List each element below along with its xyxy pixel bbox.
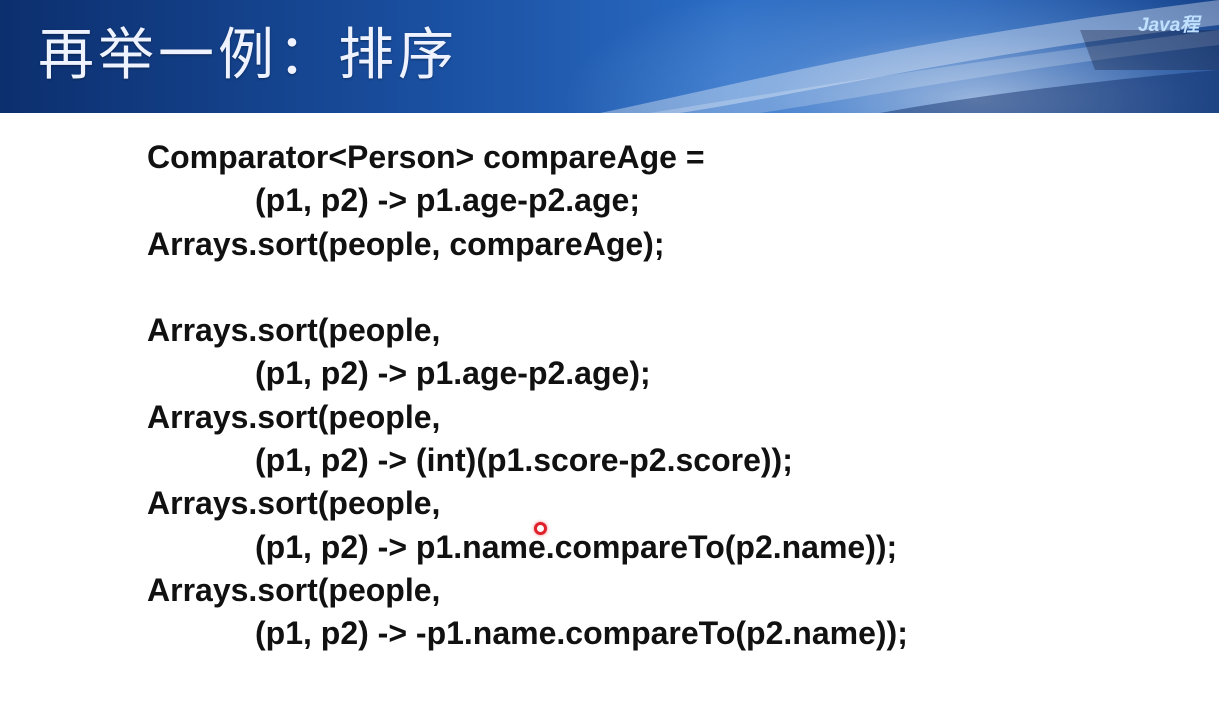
code-line: Arrays.sort(people, <box>147 398 441 435</box>
laser-pointer-icon <box>534 522 547 535</box>
slide: 再举一例：排序 Java程 Comparator<Person> compare… <box>0 0 1219 723</box>
code-line: (p1, p2) -> p1.age-p2.age; <box>255 182 640 219</box>
code-line: Arrays.sort(people, <box>147 312 441 349</box>
code-line: (p1, p2) -> p1.age-p2.age); <box>255 355 651 392</box>
code-line: Comparator<Person> compareAge = <box>147 139 705 175</box>
code-line: (p1, p2) -> p1.name.compareTo(p2.name)); <box>255 528 898 565</box>
code-line: Arrays.sort(people, <box>147 571 441 608</box>
code-block: Comparator<Person> compareAge = (p1, p2) … <box>147 136 908 656</box>
slide-header-banner: 再举一例：排序 Java程 <box>0 0 1219 113</box>
code-line: Arrays.sort(people, compareAge); <box>147 225 665 262</box>
code-line: (p1, p2) -> -p1.name.compareTo(p2.name))… <box>255 615 908 652</box>
brand-logo-text: Java程 <box>1138 15 1200 36</box>
page-title: 再举一例：排序 <box>38 23 458 88</box>
code-line: Arrays.sort(people, <box>147 485 441 522</box>
code-line: (p1, p2) -> (int)(p1.score-p2.score)); <box>255 442 793 479</box>
